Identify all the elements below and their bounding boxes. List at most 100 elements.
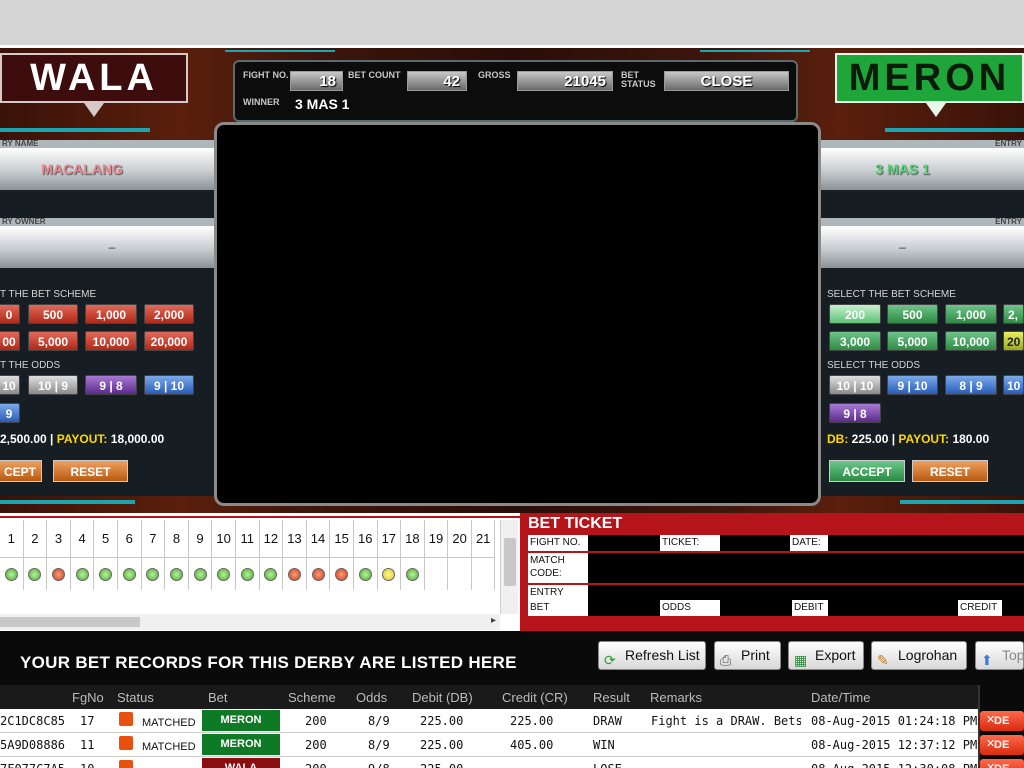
table-row[interactable]: 2C1DC8C85 17 200 8/9 225.00 225.00 DRAW Fight i… [0,709,978,733]
meron-odds-button[interactable]: 10 | 10 [829,375,881,395]
record-datetime: 08-Aug-2015 12:37:12 PM [811,738,978,752]
col-scheme: Scheme [288,690,336,705]
table-row[interactable]: 5A9D08886 11 200 8/9 225.00 405.00 WIN 08-Aug-2… [0,733,978,757]
export-button[interactable]: ▦ Export [788,641,864,670]
ticket-fight-no-label: FIGHT NO. [528,535,588,551]
refresh-list-label: Refresh List [625,647,700,663]
wala-scheme-button[interactable]: 20,000 [144,331,194,351]
fight-no-label: FIGHT NO. [243,70,289,80]
wala-odds-button[interactable]: 9 [0,403,20,423]
meron-scheme-button[interactable]: 3,000 [829,331,881,351]
bet-status-value: CLOSE [664,71,789,91]
video-stream[interactable] [214,122,821,506]
meron-scheme-button[interactable]: 10,000 [945,331,997,351]
wala-odds-button[interactable]: 9 | 10 [144,375,194,395]
fight-info-box: FIGHT NO. 18 BET COUNT 42 GROSS 21045 BE… [233,60,798,122]
results-column: 17 [377,520,402,590]
col-status: Status [117,690,154,705]
records-scrollbar[interactable] [978,685,980,768]
result-green-dot [122,567,136,581]
record-bet-badge: MERON [202,710,280,731]
pipe-decoration [885,128,1024,132]
bet-records-title: YOUR BET RECORDS FOR THIS DERBY ARE LIST… [20,653,517,672]
grid-vertical-scrollbar[interactable] [500,520,518,614]
meron-scheme-button[interactable]: 20 [1003,331,1024,351]
record-debit: 225.00 [420,762,463,768]
winner-value: 3 MAS 1 [295,96,350,112]
col-remarks: Remarks [650,690,703,705]
printer-icon: ⎙ [720,652,732,668]
wala-db-value: 2,500.00 [0,432,47,446]
table-row[interactable]: 7F077C7A5 10 200 9/8 225.00 LOSE 08-Aug-2015 1… [0,757,978,768]
results-column: 3 [47,520,71,590]
wala-scheme-button[interactable]: 00 [0,331,20,351]
meron-scheme-button[interactable]: 5,000 [887,331,938,351]
record-odds: 8/9 [368,738,390,752]
wala-scheme-button[interactable]: 2,000 [144,304,194,324]
top-button[interactable]: ⬆ Top [975,641,1024,670]
results-column: 21 [471,520,496,590]
results-column: 18 [401,520,425,590]
record-datetime: 08-Aug-2015 12:30:08 PM [811,762,977,768]
results-column: 4 [70,520,95,590]
meron-scheme-button[interactable]: 200 [829,304,881,324]
results-column: 12 [259,520,284,590]
ticket-date-label: DATE: [790,535,828,551]
meron-odds-button[interactable]: 9 | 10 [887,375,938,395]
grid-horizontal-scrollbar[interactable]: ▸ [0,614,500,630]
record-status: MATCHED [142,741,196,753]
fight-number: 1 [0,520,23,558]
meron-scheme-button[interactable]: 2, [1003,304,1024,324]
fight-results-grid: 1 2 3 4 5 6 7 8 9 10 11 12 13 14 15 16 17 18 19 20 21 ▸ [0,516,520,631]
meron-accept-button[interactable]: ACCEPT [829,460,905,482]
wala-odds-button[interactable]: 10 | 9 [28,375,78,395]
results-column: 15 [330,520,354,590]
wala-scheme-button[interactable]: 1,000 [85,304,137,324]
logrohan-label: Logrohan [898,647,958,663]
print-button[interactable]: ⎙ Print [714,641,781,670]
result-green-dot [28,567,42,581]
results-column: 1 [0,520,24,590]
meron-payout-value: 180.00 [952,432,990,446]
meron-scheme-button[interactable]: 1,000 [945,304,997,324]
wala-odds-button[interactable]: 9 | 8 [85,375,137,395]
meron-odds-button[interactable]: 9 | 8 [829,403,881,423]
wala-scheme-button[interactable]: 5,000 [28,331,78,351]
bet-ticket: BET TICKET FIGHT NO. TICKET: DATE: MATCH… [520,513,1024,631]
results-table: 1 2 3 4 5 6 7 8 9 10 11 12 13 14 15 16 17 18 19 20 21 [0,520,496,590]
fight-number: 11 [235,520,259,558]
scroll-right-arrow-icon[interactable]: ▸ [491,615,496,626]
wala-scheme-button[interactable]: 500 [28,304,78,324]
meron-scheme-button[interactable]: 500 [887,304,938,324]
refresh-list-button[interactable]: ⟳ Refresh List [598,641,706,670]
record-status: MATCHED [142,717,196,729]
bet-count-label: BET COUNT [348,70,401,80]
record-result: LOSE [593,762,622,768]
meron-reset-button[interactable]: RESET [912,460,988,482]
wala-scheme-button[interactable]: 0 [0,304,20,324]
meron-odds-button[interactable]: 10 [1003,375,1024,395]
pipe-decoration [900,500,1024,504]
result-green-dot [75,567,89,581]
logrohan-button[interactable]: ✎ Logrohan [871,641,967,670]
fight-number: 14 [306,520,330,558]
record-fgno: 17 [80,714,95,728]
bet-count-value: 42 [407,71,467,91]
pipe-decoration [0,128,150,132]
results-column: 7 [141,520,166,590]
meron-odds-button[interactable]: 8 | 9 [945,375,997,395]
record-credit: 405.00 [510,738,554,752]
wala-accept-button[interactable]: CEPT [0,460,42,482]
results-column: 5 [94,520,118,590]
wala-reset-button[interactable]: RESET [53,460,128,482]
ticket-credit-label: CREDIT [958,600,1002,616]
result-green-dot [99,567,113,581]
results-column: 19 [424,520,449,590]
record-scheme: 200 [305,714,327,728]
wala-odds-button[interactable]: 10 [0,375,20,395]
wala-scheme-button[interactable]: 10,000 [85,331,137,351]
record-remarks: Fight is a DRAW. Bets r [651,714,801,728]
fight-number: 17 [377,520,401,558]
record-scheme: 200 [305,762,327,768]
wala-odds-label: T THE ODDS [0,360,61,371]
